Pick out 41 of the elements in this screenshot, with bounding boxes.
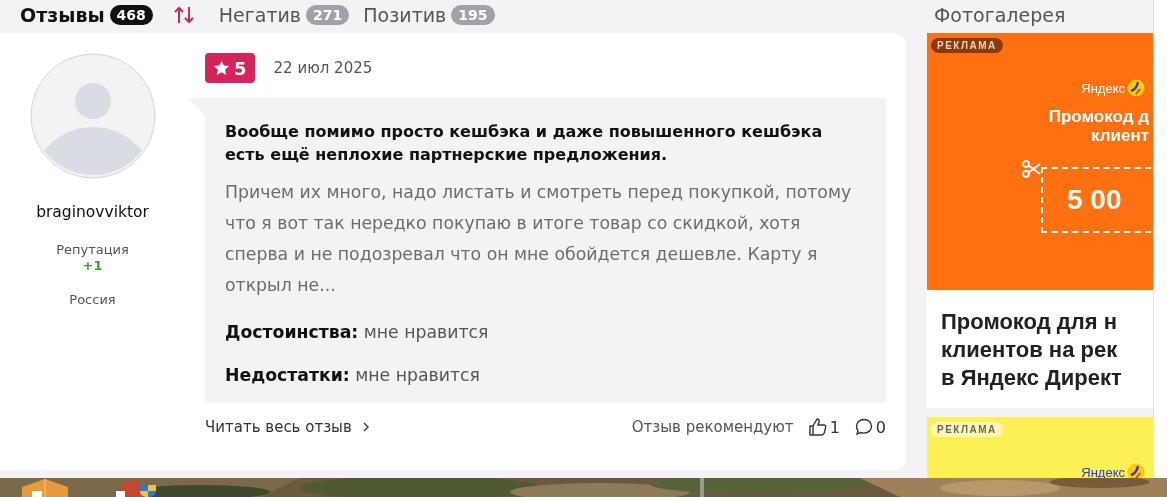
tab[interactable]: Отзывы 468 — [20, 3, 153, 27]
tab[interactable]: Негатив 271 — [218, 3, 350, 27]
ad-banner[interactable]: РЕКЛАМА Яндекс Промокод д клиент 5 00 — [927, 33, 1153, 290]
comments-button[interactable]: 0 — [853, 417, 886, 437]
country: Россия — [69, 292, 116, 307]
review-title: Вообще помимо просто кешбэка и даже повышенного кешбэка есть ещё неплохие партнерские предложения. — [225, 121, 824, 166]
reputation-label: Репутация — [56, 242, 129, 257]
username[interactable]: braginovviktor — [36, 203, 149, 221]
shield-icon — [116, 479, 158, 497]
review-date: 22 июл 2025 — [273, 59, 373, 77]
ad-title: в Яндекс Директ — [941, 364, 1123, 392]
count-badge: 468 — [109, 5, 153, 25]
thumbs-up-icon — [807, 417, 828, 437]
chevron-icon — [361, 421, 370, 433]
rating-value: 5 — [234, 57, 247, 79]
tab[interactable]: Позитив 195 — [363, 3, 495, 27]
coupon-amount: 5 00 — [1067, 184, 1122, 216]
section-title: Фотогалерея — [933, 3, 1067, 28]
count-badge: 195 — [451, 5, 495, 25]
ad-headline: клиент — [1090, 126, 1149, 145]
ad-title-card[interactable]: Промокод для н клиентов на рек в Яндекс Директ — [927, 290, 1153, 408]
reputation-value: +1 — [82, 258, 103, 273]
sort-icon[interactable] — [172, 5, 195, 25]
count-badge: 271 — [306, 5, 350, 25]
ad-label: РЕКЛАМА — [931, 38, 1003, 53]
review-text: Причем их много, надо листать и смотреть перед покупкой, потому что я вот так нередко покупаю в итоге товар со скидкой, хотя сперва и не подозревал что он мне обойдется дешевле. Карту я открыл не... — [225, 181, 853, 297]
comment-icon — [853, 417, 874, 437]
circle-logo-icon — [1127, 79, 1145, 97]
avatar-icon — [29, 53, 156, 179]
brand-name: Яндекс — [1081, 80, 1125, 96]
star-icon — [213, 60, 230, 76]
ad-title: Промокод для н — [941, 308, 1118, 336]
pros-text: Достоинства: мне нравится — [225, 321, 490, 344]
read-more-link[interactable]: Читать весь отзыв — [205, 418, 370, 436]
cons-text: Недостатки: мне нравится — [225, 364, 481, 387]
like-button[interactable]: 1 — [807, 417, 840, 437]
scissors-icon — [1021, 159, 1041, 179]
recommend-label: Отзыв рекомендуют — [631, 418, 794, 436]
ad-label: РЕКЛАМА — [931, 422, 1003, 437]
ad-title: клиентов на рек — [941, 336, 1119, 364]
ad-headline: Промокод д — [1047, 107, 1149, 126]
